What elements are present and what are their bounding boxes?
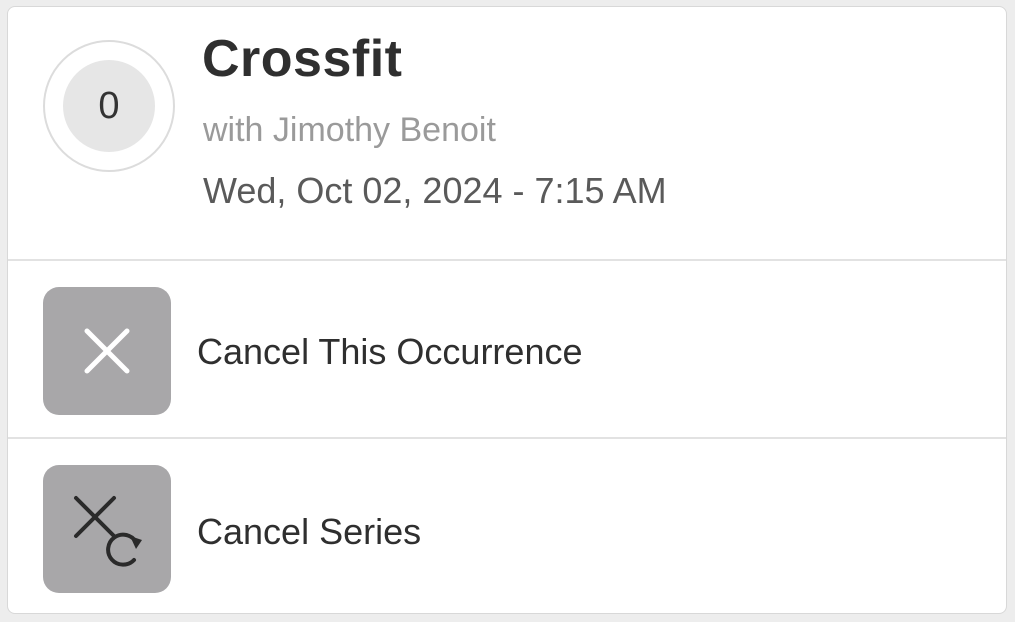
count-badge: 0 (43, 40, 175, 172)
cancel-occurrence-label: Cancel This Occurrence (197, 331, 583, 372)
cancel-series-label: Cancel Series (197, 511, 422, 552)
cancel-series-button[interactable]: Cancel Series (8, 439, 1006, 613)
event-instructor: with Jimothy Benoit (203, 111, 496, 149)
event-title: Crossfit (202, 30, 403, 88)
count-badge-value: 0 (63, 60, 155, 152)
event-header: 0 Crossfit with Jimothy Benoit Wed, Oct … (8, 7, 1006, 260)
event-datetime: Wed, Oct 02, 2024 - 7:15 AM (203, 170, 667, 211)
cancel-series-icon (43, 465, 171, 593)
cancel-options-card: 0 Crossfit with Jimothy Benoit Wed, Oct … (7, 6, 1007, 614)
close-icon (43, 287, 171, 415)
screen-background: 0 Crossfit with Jimothy Benoit Wed, Oct … (0, 0, 1015, 622)
cancel-occurrence-button[interactable]: Cancel This Occurrence (8, 261, 1006, 437)
